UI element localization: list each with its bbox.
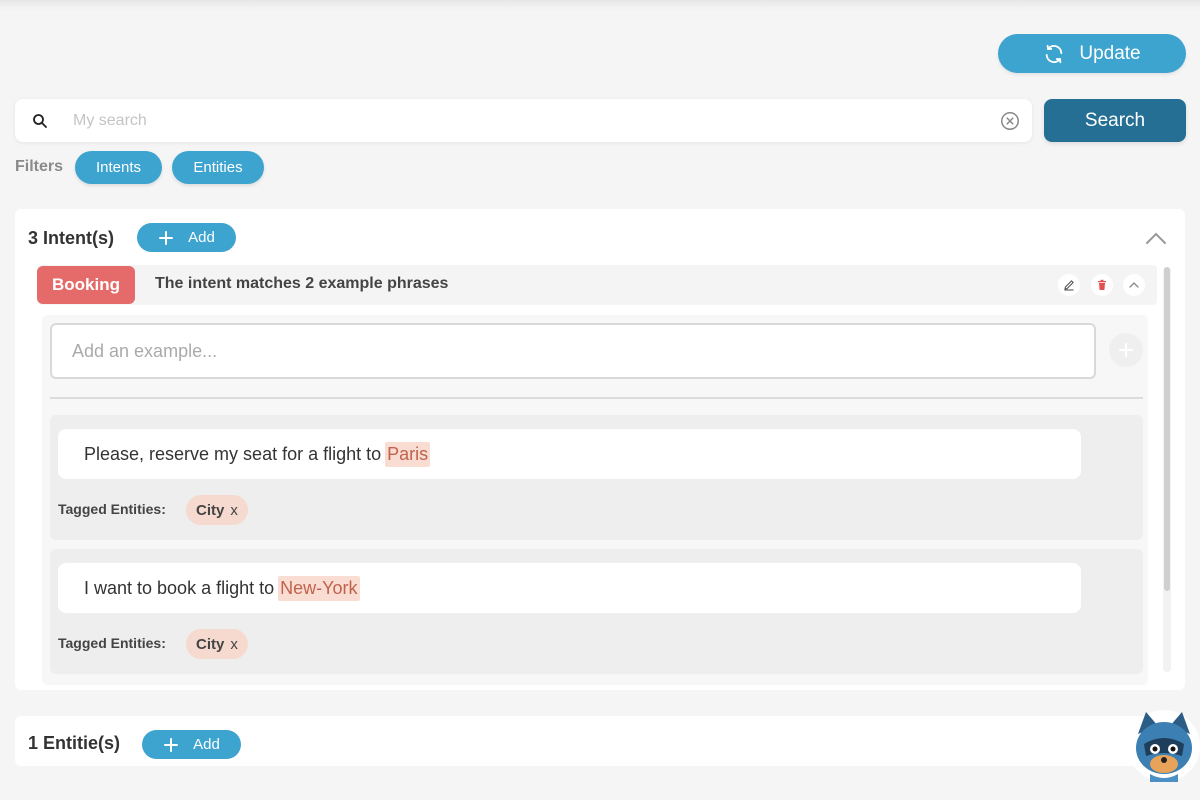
- example-phrase-text[interactable]: Please, reserve my seat for a flight to …: [58, 429, 1081, 479]
- intent-row-booking[interactable]: Booking The intent matches 2 example phr…: [37, 265, 1157, 305]
- intent-examples-panel: Please, reserve my seat for a flight to …: [42, 315, 1148, 685]
- entity-tag-label: City: [196, 501, 225, 519]
- delete-intent-button[interactable]: [1091, 274, 1113, 296]
- add-example-input[interactable]: [50, 323, 1096, 379]
- add-entity-label: Add: [193, 736, 220, 753]
- example-phrase-item: I want to book a flight to New-York Tagg…: [50, 549, 1143, 674]
- plus-icon: [159, 230, 174, 245]
- add-entity-button[interactable]: Add: [142, 730, 241, 759]
- collapse-intent-button[interactable]: [1123, 274, 1145, 296]
- edit-intent-button[interactable]: [1058, 274, 1080, 296]
- clear-search-icon[interactable]: [999, 110, 1021, 132]
- tagged-entities-label: Tagged Entities:: [58, 635, 166, 651]
- examples-divider: [50, 397, 1143, 399]
- phrase-text: Please, reserve my seat for a flight to: [84, 443, 382, 464]
- entity-tag-chip: City x: [186, 495, 248, 525]
- update-button-label: Update: [1079, 42, 1141, 64]
- filter-intents-button[interactable]: Intents: [75, 151, 162, 184]
- search-button[interactable]: Search: [1044, 99, 1186, 142]
- intent-description: The intent matches 2 example phrases: [155, 275, 449, 292]
- filter-entities-button[interactable]: Entities: [172, 151, 264, 184]
- search-bar: [15, 99, 1032, 142]
- filters-label: Filters: [15, 158, 64, 175]
- entities-count-title: 1 Entitie(s): [28, 733, 121, 753]
- remove-tag-icon[interactable]: x: [230, 502, 238, 519]
- intents-panel: 3 Intent(s) Add Booking The intent match…: [15, 209, 1185, 690]
- intents-count-title: 3 Intent(s): [28, 228, 115, 248]
- add-intent-label: Add: [188, 229, 215, 246]
- phrase-text: I want to book a flight to: [84, 577, 275, 598]
- update-button[interactable]: Update: [998, 34, 1186, 73]
- intent-scrollbar-thumb[interactable]: [1164, 267, 1170, 591]
- refresh-icon: [1046, 44, 1063, 63]
- example-phrase-text[interactable]: I want to book a flight to New-York: [58, 563, 1081, 613]
- search-icon: [33, 113, 47, 128]
- search-input[interactable]: [73, 111, 973, 130]
- intent-name-badge: Booking: [37, 266, 135, 304]
- top-bar-shadow: [0, 0, 1200, 10]
- add-intent-button[interactable]: Add: [137, 223, 236, 252]
- trash-icon: [1098, 279, 1106, 290]
- example-phrase-item: Please, reserve my seat for a flight to …: [50, 415, 1143, 540]
- entities-panel: 1 Entitie(s) Add: [15, 716, 1185, 766]
- plus-icon: [1119, 343, 1133, 357]
- chatbot-mascot-avatar[interactable]: [1124, 704, 1200, 784]
- entity-tag-chip: City x: [186, 629, 248, 659]
- remove-tag-icon[interactable]: x: [230, 636, 238, 653]
- pencil-icon: [1064, 280, 1074, 291]
- plus-icon: [164, 737, 179, 752]
- add-example-button[interactable]: [1109, 333, 1143, 367]
- tagged-entities-label: Tagged Entities:: [58, 501, 166, 517]
- chevron-up-icon: [1129, 282, 1139, 288]
- collapse-intents-chevron-up-icon[interactable]: [1145, 231, 1167, 245]
- entity-highlight[interactable]: Paris: [385, 441, 431, 467]
- entity-tag-label: City: [196, 635, 225, 653]
- entity-highlight[interactable]: New-York: [278, 575, 360, 601]
